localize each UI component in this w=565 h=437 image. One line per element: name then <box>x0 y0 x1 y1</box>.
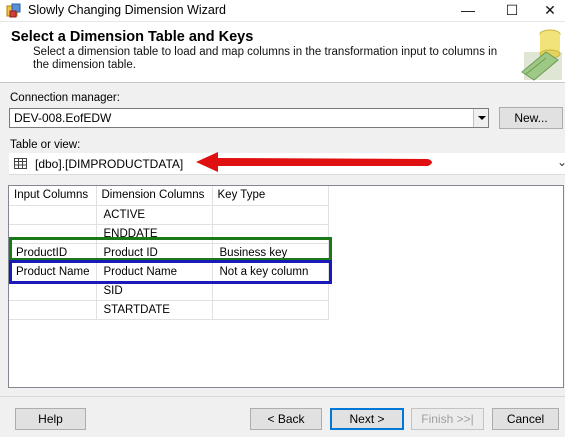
grid-header-row: Input Columns Dimension Columns Key Type <box>9 186 329 206</box>
new-connection-button[interactable]: New... <box>499 107 563 129</box>
minimize-button[interactable]: — <box>448 0 488 22</box>
input-column-cell[interactable] <box>9 300 97 320</box>
business-key-highlight <box>9 237 332 261</box>
key-type-cell[interactable] <box>212 300 329 320</box>
table-icon <box>14 158 27 169</box>
help-button[interactable]: Help <box>15 408 86 430</box>
close-button[interactable]: ✕ <box>535 0 565 22</box>
wizard-header: Select a Dimension Table and Keys Select… <box>0 22 565 83</box>
back-button[interactable]: < Back <box>250 408 322 430</box>
column-mapping-grid[interactable]: Input Columns Dimension Columns Key Type… <box>8 185 564 388</box>
table-row[interactable]: STARTDATE <box>9 300 329 320</box>
connection-manager-label: Connection manager: <box>10 92 120 104</box>
next-button[interactable]: Next > <box>330 408 404 430</box>
connection-manager-value: DEV-008.EofEDW <box>14 111 112 125</box>
header-dimension-columns[interactable]: Dimension Columns <box>96 186 213 206</box>
annotation-arrow-icon <box>196 152 432 172</box>
table-or-view-label: Table or view: <box>10 139 81 151</box>
maximize-button[interactable]: ☐ <box>492 0 532 22</box>
dimension-column-cell: STARTDATE <box>96 300 213 320</box>
window-title: Slowly Changing Dimension Wizard <box>28 3 226 17</box>
not-key-highlight <box>9 260 332 284</box>
chevron-down-icon[interactable]: ⌄ <box>557 155 565 169</box>
key-type-cell[interactable] <box>212 205 329 225</box>
table-row[interactable]: ACTIVE <box>9 205 329 225</box>
table-or-view-value: [dbo].[DIMPRODUCTDATA] <box>35 157 184 171</box>
wizard-app-icon <box>6 3 21 18</box>
finish-button[interactable]: Finish >>| <box>411 408 484 430</box>
header-input-columns[interactable]: Input Columns <box>9 186 97 206</box>
page-title: Select a Dimension Table and Keys <box>11 29 254 45</box>
header-key-type[interactable]: Key Type <box>212 186 329 206</box>
title-bar: Slowly Changing Dimension Wizard — ☐ ✕ <box>0 0 565 22</box>
connection-manager-select[interactable]: DEV-008.EofEDW <box>9 108 489 128</box>
cancel-button[interactable]: Cancel <box>492 408 559 430</box>
page-description: Select a dimension table to load and map… <box>33 46 498 71</box>
chevron-down-icon[interactable] <box>473 109 488 127</box>
wizard-banner-icon <box>521 29 562 81</box>
dimension-column-cell: ACTIVE <box>96 205 213 225</box>
input-column-cell[interactable] <box>9 205 97 225</box>
footer-divider <box>0 396 565 397</box>
